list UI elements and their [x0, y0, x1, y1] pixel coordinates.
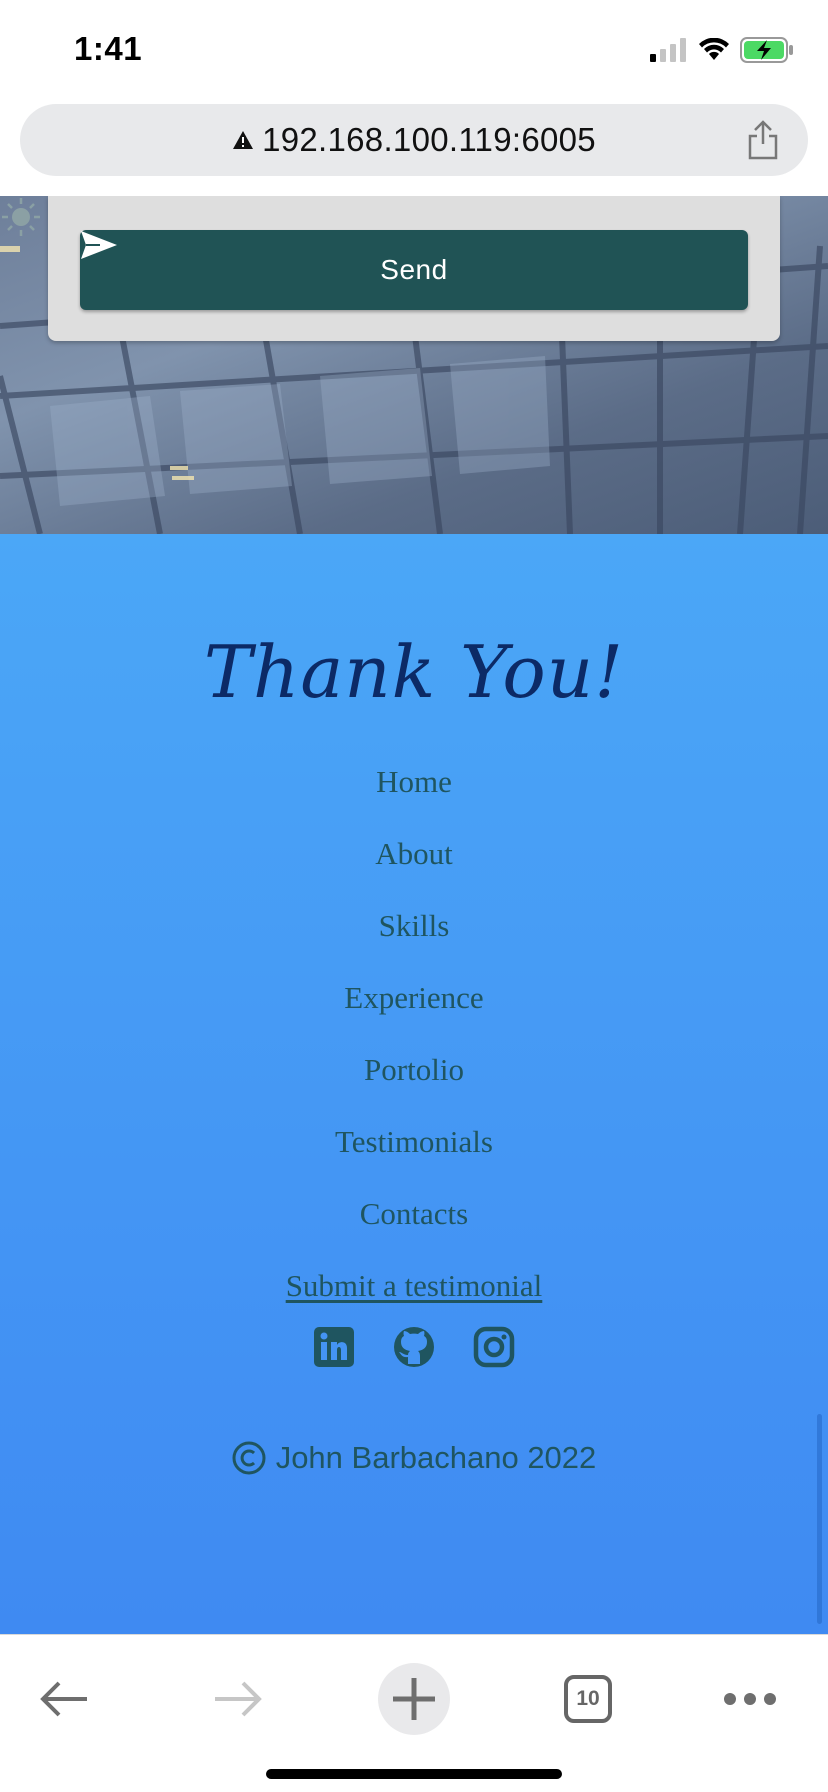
tabs-button[interactable]: 10: [552, 1663, 624, 1735]
copyright-text: John Barbachano 2022: [275, 1440, 597, 1475]
instagram-icon[interactable]: [473, 1326, 515, 1368]
tabs-count: 10: [576, 1687, 600, 1710]
share-icon[interactable]: [746, 120, 780, 160]
send-button[interactable]: Send: [80, 230, 748, 310]
footer-link-experience[interactable]: Experience: [0, 962, 828, 1034]
status-bar: 1:41: [0, 0, 828, 98]
footer-link-portfolio[interactable]: Portolio: [0, 1034, 828, 1106]
plus-icon: [393, 1678, 435, 1720]
submit-testimonial-link[interactable]: Submit a testimonial: [0, 1250, 828, 1322]
back-arrow-icon: [40, 1681, 87, 1717]
footer-title: Thank You!: [203, 630, 625, 714]
status-time: 1:41: [74, 30, 143, 67]
home-indicator: [266, 1769, 562, 1779]
back-button[interactable]: [28, 1663, 100, 1735]
footer-nav: Home About Skills Experience Portolio Te…: [0, 746, 828, 1322]
forward-button[interactable]: [202, 1663, 274, 1735]
copyright: John Barbachano 2022: [0, 1440, 828, 1476]
scrollbar[interactable]: [817, 1414, 822, 1624]
url-text: 192.168.100.119:6005: [262, 121, 596, 158]
footer-link-home[interactable]: Home: [0, 746, 828, 818]
not-secure-warning-icon: [233, 131, 254, 149]
forward-arrow-icon: [215, 1681, 262, 1717]
more-menu-button[interactable]: [714, 1663, 786, 1735]
footer: Thank You! Home About Skills Experience …: [0, 534, 828, 1634]
footer-link-contacts[interactable]: Contacts: [0, 1178, 828, 1250]
social-links: [0, 1326, 828, 1368]
paper-plane-icon: [81, 231, 117, 259]
sun-icon[interactable]: [0, 196, 42, 238]
status-icons: [650, 34, 794, 66]
cellular-signal-icon: [650, 38, 686, 62]
new-tab-button[interactable]: [378, 1663, 450, 1735]
footer-link-about[interactable]: About: [0, 818, 828, 890]
browser-toolbar: 10: [0, 1634, 828, 1792]
hero-background: Send: [0, 196, 828, 534]
address-bar[interactable]: 192.168.100.119:6005: [20, 104, 808, 176]
copyright-icon: [232, 1441, 266, 1475]
battery-charging-icon: [740, 37, 793, 63]
footer-link-skills[interactable]: Skills: [0, 890, 828, 962]
url-display[interactable]: 192.168.100.119:6005: [20, 104, 808, 176]
linkedin-icon[interactable]: [313, 1326, 355, 1368]
wifi-icon: [699, 38, 729, 60]
send-label: Send: [380, 254, 448, 285]
more-dots-icon: [724, 1693, 776, 1705]
github-icon[interactable]: [393, 1326, 435, 1368]
footer-link-testimonials[interactable]: Testimonials: [0, 1106, 828, 1178]
